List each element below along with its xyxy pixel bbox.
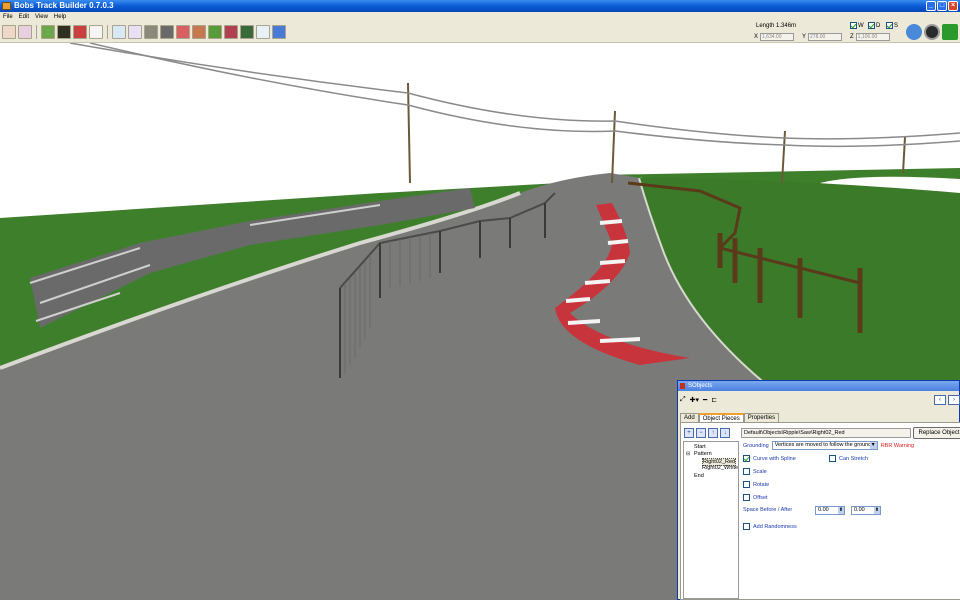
status-panel: Length 1.346m W D S X 1,634.00 Y 278.00 Z1… xyxy=(754,22,904,42)
plane-icon[interactable] xyxy=(906,24,922,40)
kerb-tool-icon[interactable] xyxy=(176,25,190,39)
x-label: X xyxy=(754,34,759,40)
road-tool-icon[interactable] xyxy=(144,25,158,39)
menu-edit[interactable]: Edit xyxy=(19,12,29,22)
y-field[interactable]: 278.00 xyxy=(808,33,843,41)
menu-file[interactable]: File xyxy=(3,12,13,22)
objects-tool-icon[interactable] xyxy=(224,25,238,39)
y-label: Y xyxy=(802,34,807,40)
offset-checkbox[interactable] xyxy=(743,494,750,501)
z-label: Z xyxy=(850,34,854,40)
minus-icon[interactable]: ━ xyxy=(703,396,707,404)
panel-title-bar: SObjects xyxy=(678,381,959,391)
check-d[interactable]: D xyxy=(868,22,880,29)
scale-checkbox[interactable] xyxy=(743,468,750,475)
check-s[interactable]: S xyxy=(886,22,898,29)
terrain-tool-icon[interactable] xyxy=(41,25,55,39)
toolbar-separator xyxy=(107,25,108,39)
offset-label: Offset xyxy=(753,494,768,501)
d-checkbox[interactable] xyxy=(868,22,875,29)
move-down-button[interactable]: ↓ xyxy=(720,428,730,438)
tab-add[interactable]: Add xyxy=(680,413,699,422)
hills-tool-icon[interactable] xyxy=(208,25,222,39)
rbr-warning: RBR Warning xyxy=(880,442,915,449)
pieces-tree[interactable]: Start ⊟ Pattern Right02_Red Right02_Whit… xyxy=(683,441,739,599)
space-label: Space Before / After xyxy=(743,507,793,513)
water-tool-icon[interactable] xyxy=(272,25,286,39)
move-up-button[interactable]: ↑ xyxy=(708,428,718,438)
check-w[interactable]: W xyxy=(850,22,864,29)
wheel-icon[interactable] xyxy=(924,24,940,40)
snap-icon[interactable]: ✚▾ xyxy=(690,396,699,404)
can-stretch-label: Can Stretch xyxy=(839,455,869,462)
piece-properties: Grounding Vertices are moved to follow t… xyxy=(743,441,960,581)
menu-bar: File Edit View Help xyxy=(0,12,960,22)
close-button[interactable]: × xyxy=(948,1,958,11)
expand-icon[interactable]: ⤢ xyxy=(680,396,686,404)
w-checkbox[interactable] xyxy=(850,22,857,29)
curve-spline-label: Curve with Spline xyxy=(753,455,796,462)
minimize-button[interactable]: _ xyxy=(926,1,936,11)
prev-object-button[interactable]: ‹ xyxy=(934,395,946,405)
menu-help[interactable]: Help xyxy=(54,12,66,22)
select-tool-icon[interactable] xyxy=(2,25,16,39)
add-randomness-checkbox[interactable] xyxy=(743,523,750,530)
title-bar: Bobs Track Builder 0.7.0.3 _ □ × xyxy=(0,0,960,12)
move-tool-icon[interactable] xyxy=(18,25,32,39)
tab-properties[interactable]: Properties xyxy=(743,413,780,422)
toolbar-separator xyxy=(36,25,37,39)
s-checkbox[interactable] xyxy=(886,22,893,29)
add-piece-button[interactable]: + xyxy=(684,428,694,438)
x-field[interactable]: 1,634.00 xyxy=(760,33,795,41)
panel-title: SObjects xyxy=(688,383,713,389)
light-tool-icon[interactable] xyxy=(57,25,71,39)
panel-tabs: Add Object Pieces Properties xyxy=(680,413,780,422)
panel-icon xyxy=(680,383,685,389)
space-after-input[interactable]: 0.00 xyxy=(851,506,881,515)
exit-icon[interactable] xyxy=(942,24,958,40)
tree-item-right02-white[interactable]: Right02_White xyxy=(702,465,738,471)
camera-tool-icon[interactable] xyxy=(256,25,270,39)
next-object-button[interactable]: › xyxy=(948,395,960,405)
node-tool-icon[interactable] xyxy=(128,25,142,39)
tree-item-start[interactable]: Start xyxy=(694,444,706,450)
tree-item-end[interactable]: End xyxy=(694,473,704,479)
tab-object-pieces[interactable]: Object Pieces xyxy=(698,413,744,422)
object-path-field[interactable]: Default\Objects\Ripple\Saw\Right02_Red xyxy=(741,428,911,438)
grounding-label: Grounding xyxy=(743,442,769,449)
app-icon xyxy=(2,2,11,10)
pole-tool-icon[interactable] xyxy=(89,25,103,39)
surface-tool-icon[interactable] xyxy=(160,25,174,39)
scale-label: Scale xyxy=(753,468,767,475)
wall-tool-icon[interactable] xyxy=(73,25,87,39)
z-field[interactable]: 1,106.00 xyxy=(855,33,890,41)
can-stretch-checkbox[interactable] xyxy=(829,455,836,462)
panel-toolbar: ⤢ ✚▾ ━ ⊏ xyxy=(680,393,717,407)
piece-icon[interactable]: ⊏ xyxy=(711,396,717,404)
add-randomness-label: Add Randomness xyxy=(753,523,797,530)
object-pieces-page: + − ↑ ↓ Default\Objects\Ripple\Saw\Right… xyxy=(680,422,960,600)
spline-tool-icon[interactable] xyxy=(112,25,126,39)
rotate-checkbox[interactable] xyxy=(743,481,750,488)
grounding-select[interactable]: Vertices are moved to follow the ground xyxy=(771,441,878,450)
maximize-button[interactable]: □ xyxy=(937,1,947,11)
brick-tool-icon[interactable] xyxy=(192,25,206,39)
space-before-input[interactable]: 0.00 xyxy=(815,506,845,515)
curve-spline-checkbox[interactable] xyxy=(743,455,750,462)
rotate-label: Rotate xyxy=(753,481,770,488)
remove-piece-button[interactable]: − xyxy=(696,428,706,438)
tree-item-pattern[interactable]: Pattern xyxy=(694,451,712,457)
sobjects-panel: SObjects ⤢ ✚▾ ━ ⊏ ‹ › Add Object Pieces … xyxy=(677,380,960,600)
tree-expand-icon[interactable]: ⊟ xyxy=(686,451,690,457)
window-title: Bobs Track Builder 0.7.0.3 xyxy=(14,1,114,10)
menu-view[interactable]: View xyxy=(35,12,48,22)
replace-object-button[interactable]: Replace Object xyxy=(913,427,960,439)
checker-tool-icon[interactable] xyxy=(240,25,254,39)
length-readout: Length 1.346m xyxy=(756,23,797,29)
